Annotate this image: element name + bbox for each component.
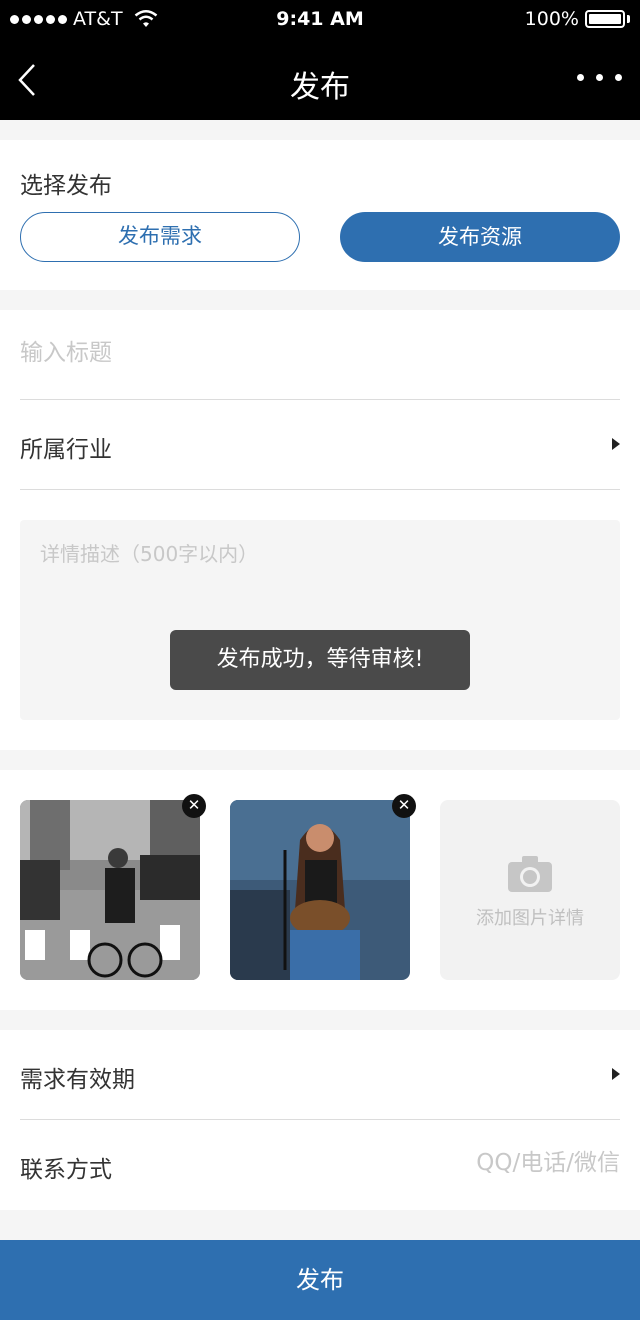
close-icon[interactable]: ✕ [392,794,416,818]
battery-icon [585,10,625,28]
title-row [20,310,620,400]
camera-icon [508,856,552,892]
description-box [20,520,620,720]
publish-button[interactable]: 发布 [0,1240,640,1320]
nav-bar: 发布 [0,40,640,120]
arrow-right-icon [612,1068,620,1080]
photo-thumbnail[interactable] [20,800,200,980]
description-input[interactable] [20,520,620,720]
battery: 100% [525,8,630,30]
publish-resource-button[interactable]: 发布资源 [340,212,620,262]
more-dots-icon[interactable] [577,74,622,81]
validity-row[interactable]: 需求有效期 [20,1030,620,1120]
industry-row[interactable]: 所属行业 [20,400,620,490]
add-photo-button[interactable]: 添加图片详情 [440,800,620,980]
industry-label: 所属行业 [20,437,112,463]
contact-input[interactable] [320,1150,620,1176]
success-toast: 发布成功，等待审核! [170,630,470,690]
photos-section: ✕ ✕ 添加图片详情 [0,770,640,1010]
contact-label: 联系方式 [20,1157,112,1183]
validity-label: 需求有效期 [20,1067,135,1093]
battery-percent: 100% [524,8,579,30]
title-input[interactable] [20,340,580,366]
arrow-right-icon [612,438,620,450]
publish-type-label: 选择发布 [20,173,112,199]
status-bar: AT&T 9:41 AM 100% [0,0,640,40]
meta-section: 需求有效期 联系方式 [0,1030,640,1210]
close-icon[interactable]: ✕ [182,794,206,818]
publish-type-section: 选择发布 发布需求 发布资源 [0,140,640,290]
add-photo-label: 添加图片详情 [476,908,584,929]
page-title: 发布 [290,70,350,105]
photo-thumbnail[interactable] [230,800,410,980]
publish-demand-button[interactable]: 发布需求 [20,212,300,262]
contact-row: 联系方式 [20,1120,620,1210]
